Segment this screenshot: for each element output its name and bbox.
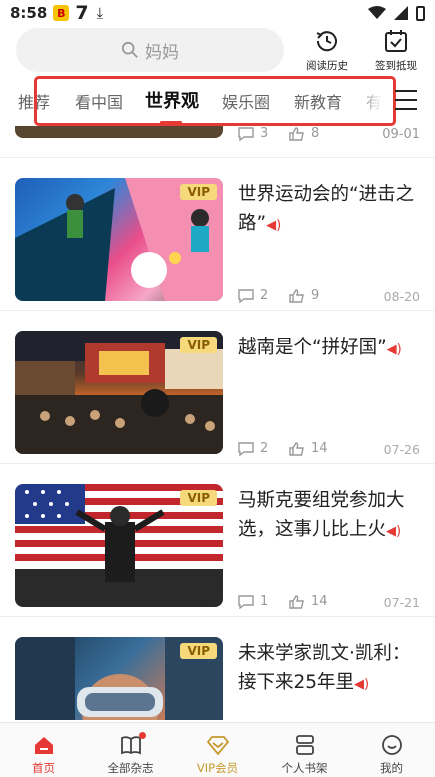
search-placeholder: 妈妈 [145,42,179,63]
article-item[interactable]: VIP 未来学家凯文·凯利：接下来25年里◀) [0,616,435,720]
article-date: 08-20 [383,289,420,304]
bottom-navigation: 首页 全部杂志 VIP会员 个人书架 我的 [0,722,435,777]
menu-icon[interactable] [395,90,417,110]
home-icon [34,737,53,754]
article-title[interactable]: 越南是个“拼好国”◀) [238,333,420,364]
like-count: 14 [289,441,328,456]
article-title[interactable]: 未来学家凯文·凯利：接下来25年里◀) [238,639,420,699]
tab-highlight-box [34,76,396,126]
battery-icon [416,5,425,21]
article-item[interactable]: VIP 世界运动会的“进击之路”◀) 2 9 08-20 [0,157,435,310]
comment-count: 2 [238,288,268,303]
header: 妈妈 阅读历史 签到抵现 [0,28,435,76]
article-thumbnail: VIP [15,331,223,454]
vip-badge: VIP [180,643,217,659]
article-date: 09-01 [382,127,420,142]
thumbs-up-icon [289,441,304,456]
reading-history-button[interactable]: 阅读历史 [297,28,357,73]
nav-home[interactable]: 首页 [0,723,87,777]
vip-badge: VIP [180,337,217,353]
download-icon: ⤓ [96,4,104,22]
comment-icon [238,126,254,141]
article-thumbnail: VIP [15,178,223,301]
vip-badge: VIP [180,184,217,200]
nav-profile[interactable]: 我的 [348,723,435,777]
comment-icon [238,288,254,303]
wifi-icon [368,6,386,19]
seven-icon: 7 [75,2,89,24]
article-thumbnail: VIP [15,484,223,607]
comment-count: 2 [238,441,268,456]
search-input[interactable]: 妈妈 [16,28,284,72]
thumbs-up-icon [289,594,304,609]
article-title[interactable]: 世界运动会的“进击之路”◀) [238,180,420,240]
profile-icon [381,735,402,755]
comment-icon [238,594,254,609]
thumbs-up-icon [289,288,304,303]
comment-count: 3 [238,126,268,141]
like-count: 9 [289,288,319,303]
history-icon [316,31,337,52]
nav-all-magazines[interactable]: 全部杂志 [87,723,174,777]
article-thumbnail: VIP [15,637,223,720]
article-date: 07-26 [383,442,420,457]
article-thumbnail [15,126,223,138]
status-bar: 8:58 B 7 ⤓ [0,0,435,26]
status-time: 8:58 [10,4,48,22]
comment-icon [238,441,254,456]
signal-icon [394,6,408,20]
article-feed[interactable]: 3 8 09-01 VIP 世界运动会的“进击之路”◀) 2 9 08-20 V… [0,126,435,720]
app-notification-icon: B [53,5,70,21]
notification-dot [138,732,146,739]
calendar-check-icon [385,30,407,52]
checkin-button[interactable]: 签到抵现 [366,28,426,73]
audio-icon: ◀) [354,677,370,692]
like-count: 8 [289,126,319,141]
nav-vip[interactable]: VIP会员 [174,723,261,777]
diamond-icon [206,736,229,756]
like-count: 14 [289,594,328,609]
search-icon [121,41,138,58]
bookshelf-icon [295,735,314,755]
category-tabs: 推荐 看中国 世界观 娱乐圈 新教育 有 [0,76,435,126]
vip-badge: VIP [180,490,217,506]
thumbs-up-icon [289,126,304,141]
comment-count: 1 [238,594,268,609]
reading-history-label: 阅读历史 [306,60,348,72]
article-date: 07-21 [383,595,420,610]
article-item[interactable]: VIP 马斯克要组党参加大选，这事儿比上火◀) 1 14 07-21 [0,463,435,616]
audio-icon: ◀) [386,524,402,539]
nav-bookshelf[interactable]: 个人书架 [261,723,348,777]
partial-article[interactable]: 3 8 09-01 [0,126,435,152]
audio-icon: ◀) [386,342,402,357]
audio-icon: ◀) [266,218,282,233]
checkin-label: 签到抵现 [375,60,417,72]
article-item[interactable]: VIP 越南是个“拼好国”◀) 2 14 07-26 [0,310,435,463]
article-title[interactable]: 马斯克要组党参加大选，这事儿比上火◀) [238,486,420,546]
